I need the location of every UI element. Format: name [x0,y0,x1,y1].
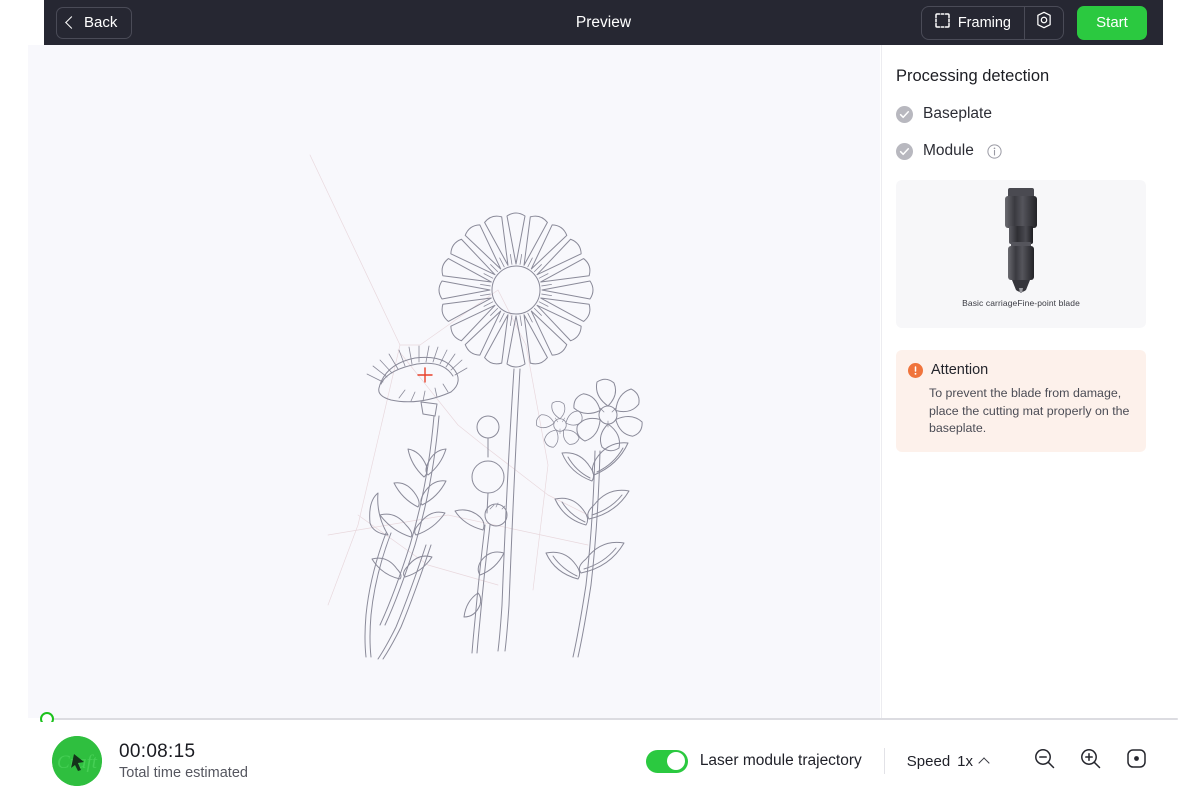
app-logo-avatar: Craft [52,736,102,786]
preview-canvas[interactable] [28,45,880,718]
laser-trajectory-label: Laser module trajectory [699,752,862,769]
attention-header: Attention [908,362,1132,378]
framing-control-group: Framing [920,5,1064,40]
chevron-up-icon [978,756,990,769]
zoom-out-button[interactable] [1032,749,1056,773]
attention-title: Attention [931,362,989,378]
framing-button[interactable]: Framing [922,7,1024,39]
timeline-track[interactable] [46,718,1178,720]
framing-dashed-square-icon [935,13,950,32]
laser-trajectory-toggle[interactable] [645,749,688,773]
fit-to-view-button[interactable] [1124,749,1148,773]
toolbar-divider [883,748,885,774]
top-toolbar: Back Preview Framing Start [44,0,1163,45]
check-circle-icon [896,105,913,123]
top-toolbar-actions: Framing Start [920,5,1147,40]
framing-button-label: Framing [957,14,1011,31]
processing-detection-panel: Processing detection Baseplate Module Ba… [881,45,1200,718]
toggle-knob [667,752,686,770]
speed-label: Speed [906,752,951,770]
bottom-toolbar: Craft 00:08:15 Total time estimated Lase… [0,722,1200,800]
zoom-controls [1032,749,1148,773]
panel-title: Processing detection [896,67,1050,85]
detection-item-baseplate: Baseplate [896,105,1180,123]
chevron-left-icon [65,16,78,29]
estimated-time-block: 00:08:15 Total time estimated [119,741,248,781]
zoom-in-button[interactable] [1078,749,1102,773]
speed-value: 1x [957,752,973,770]
magnifier-plus-icon [1079,747,1102,775]
estimated-time-value: 00:08:15 [119,741,196,762]
info-icon[interactable] [987,143,1002,159]
center-target-icon [1125,747,1148,775]
back-button-label: Back [84,14,118,31]
check-circle-icon [896,142,913,160]
bottom-toolbar-controls: Laser module trajectory Speed 1x [645,748,1148,774]
timeline-scrubber[interactable] [28,717,1178,721]
detection-label: Module [923,142,974,159]
magnifier-minus-icon [1033,747,1056,775]
speed-selector[interactable]: Speed 1x [906,752,990,770]
exclamation-circle-icon [908,362,923,378]
module-caption: Basic carriageFine-point blade [962,298,1080,308]
estimated-time-caption: Total time estimated [119,765,248,781]
settings-button[interactable] [1025,7,1063,39]
preview-screen: Back Preview Framing Start Processing de… [0,0,1200,800]
detection-item-module: Module [896,142,1180,160]
wildflower-line-art [309,154,643,660]
detection-label: Baseplate [923,105,992,122]
gear-icon [1035,11,1053,34]
laser-position-crosshair [417,367,433,383]
module-preview-card: Basic carriageFine-point blade [896,180,1146,328]
attention-notice: Attention To prevent the blade from dama… [896,350,1146,452]
attention-body: To prevent the blade from damage, place … [929,386,1130,436]
blade-carriage-image [990,186,1052,296]
start-button[interactable]: Start [1077,5,1147,40]
back-button[interactable]: Back [56,6,133,39]
